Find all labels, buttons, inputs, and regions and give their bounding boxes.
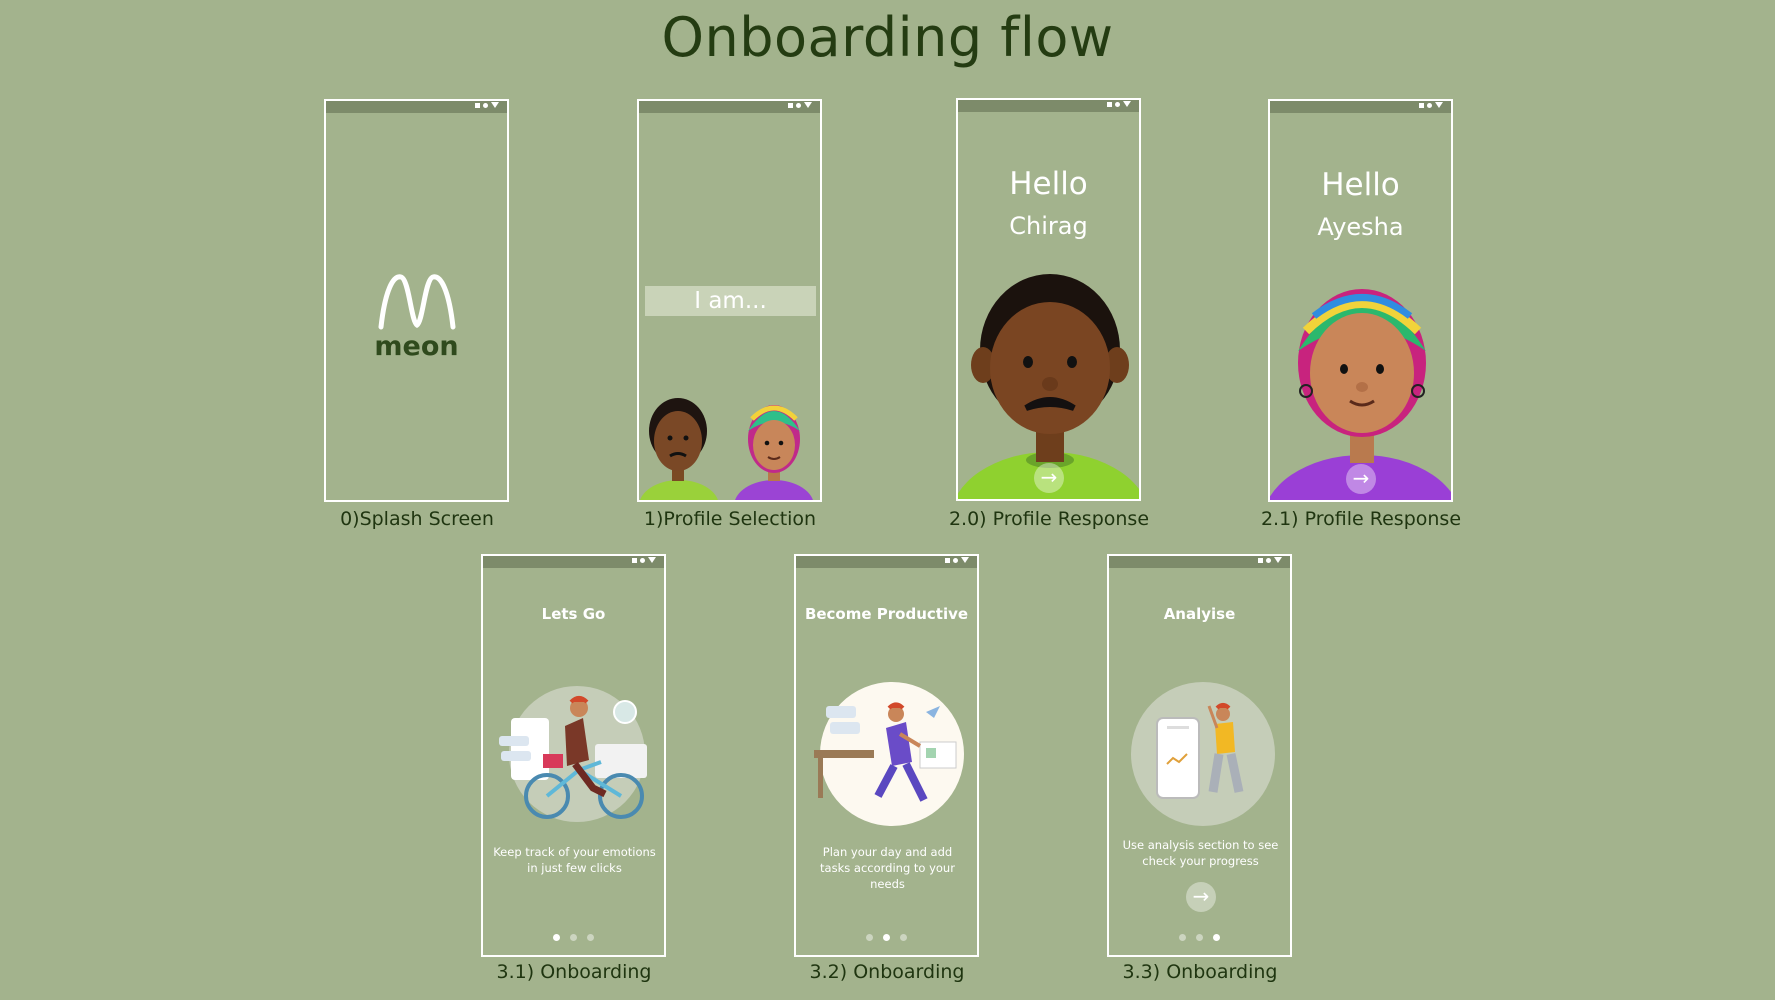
splash-screen: meon <box>324 99 509 502</box>
avatar-male-option[interactable] <box>639 101 729 502</box>
cycling-illustration <box>499 686 647 822</box>
onboarding-description: Use analysis section to see check your p… <box>1122 838 1279 868</box>
onboarding-description: Plan your day and add tasks according to… <box>820 845 955 891</box>
arrow-right-icon: → <box>1352 466 1370 490</box>
arrow-right-icon: → <box>1040 465 1058 489</box>
onboarding-screen-1: Lets Go Keep track of your emotions in j… <box>481 554 666 957</box>
arrow-right-icon: → <box>1192 884 1210 908</box>
logo-text: meon <box>374 331 459 362</box>
avatar-female-option[interactable] <box>732 101 822 502</box>
page-dot-1[interactable] <box>866 934 873 941</box>
caption-profile-response-ayesha: 2.1) Profile Response <box>1260 508 1462 530</box>
page-dot-2[interactable] <box>883 934 890 941</box>
caption-profile-selection: 1)Profile Selection <box>643 508 817 530</box>
caption-splash: 0)Splash Screen <box>340 508 494 530</box>
caption-onboarding-2: 3.2) Onboarding <box>809 961 965 983</box>
page-dot-3[interactable] <box>587 934 594 941</box>
avatar-chirag-illustration <box>958 274 1139 499</box>
page-dot-1[interactable] <box>1179 934 1186 941</box>
onboarding-description: Keep track of your emotions in just few … <box>493 845 656 875</box>
next-button[interactable]: → <box>1034 463 1064 493</box>
next-button[interactable]: → <box>1186 882 1216 912</box>
battery-icon <box>491 102 499 108</box>
wifi-icon <box>483 102 488 108</box>
page-dot-2[interactable] <box>570 934 577 941</box>
productive-illustration <box>814 682 964 826</box>
app-logo: meon <box>326 271 507 362</box>
meon-logo-icon <box>378 274 455 330</box>
onboarding-screen-2: Become Productive Plan your day and add … <box>794 554 979 957</box>
page-indicator <box>796 934 977 941</box>
page-indicator <box>483 934 664 941</box>
page-dot-3[interactable] <box>1213 934 1220 941</box>
page-dot-2[interactable] <box>1196 934 1203 941</box>
profile-response-chirag-screen: Hello Chirag → <box>956 98 1141 501</box>
caption-profile-response-chirag: 2.0) Profile Response <box>948 508 1150 530</box>
next-button[interactable]: → <box>1346 464 1376 494</box>
avatar-ayesha-illustration <box>1270 289 1451 500</box>
page-dot-1[interactable] <box>553 934 560 941</box>
page-dot-3[interactable] <box>900 934 907 941</box>
page-title: Onboarding flow <box>661 6 1114 69</box>
profile-response-ayesha-screen: Hello Ayesha → <box>1268 99 1453 502</box>
signal-icon <box>475 102 480 108</box>
page-indicator <box>1109 934 1290 941</box>
caption-onboarding-3: 3.3) Onboarding <box>1122 961 1278 983</box>
profile-selection-screen: I am... <box>637 99 822 502</box>
caption-onboarding-1: 3.1) Onboarding <box>496 961 652 983</box>
status-bar <box>326 101 507 113</box>
onboarding-screen-3: Analyise Use analysis section to see che… <box>1107 554 1292 957</box>
